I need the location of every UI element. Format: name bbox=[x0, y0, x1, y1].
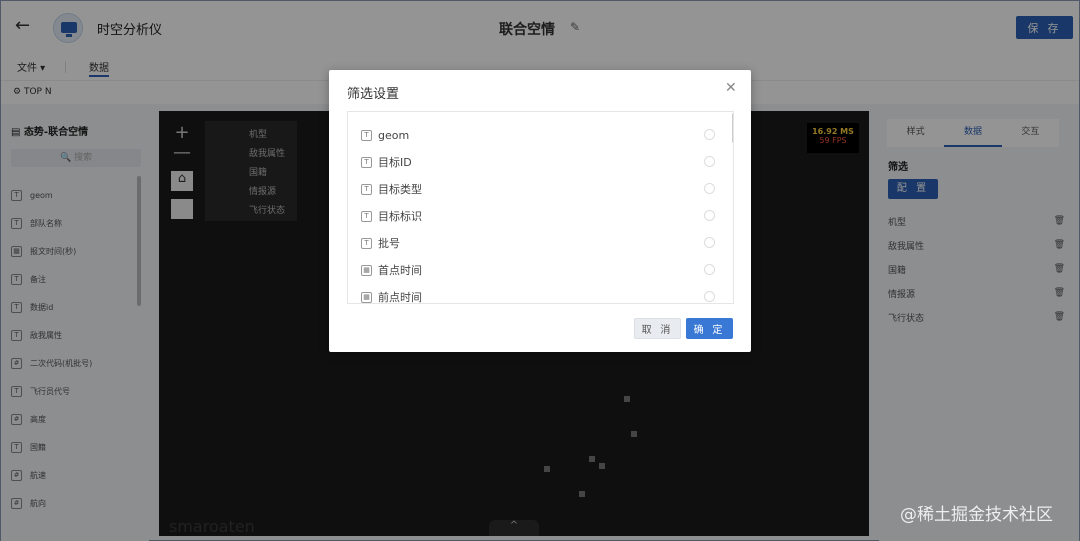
text-field-icon: T bbox=[361, 183, 372, 195]
text-field-icon: T bbox=[361, 210, 372, 222]
dialog-field-row[interactable]: T 目标标识 bbox=[361, 207, 721, 225]
date-field-icon: ▦ bbox=[361, 291, 372, 303]
dialog-field-row[interactable]: ▦ 首点时间 bbox=[361, 261, 721, 279]
dialog-field-row[interactable]: Tgeom bbox=[361, 126, 721, 144]
dialog-field-row[interactable]: ▦ 前点时间 bbox=[361, 288, 721, 303]
checkbox[interactable] bbox=[704, 237, 715, 248]
dialog-field-row[interactable]: T 目标ID bbox=[361, 153, 721, 171]
checkbox[interactable] bbox=[704, 156, 715, 167]
checkbox[interactable] bbox=[704, 264, 715, 275]
site-watermark: @稀土掘金技术社区 bbox=[900, 505, 1053, 525]
date-field-icon: ▦ bbox=[361, 264, 372, 276]
filter-settings-dialog: 筛选设置 ✕ Tgeom T 目标ID T 目标类型 T 目标标识 T 批号 ▦ 首点时间… bbox=[329, 70, 751, 352]
text-field-icon: T bbox=[361, 129, 372, 141]
checkbox[interactable] bbox=[704, 291, 715, 302]
cancel-button[interactable]: 取 消 bbox=[634, 318, 681, 339]
dialog-field-list: Tgeom T 目标ID T 目标类型 T 目标标识 T 批号 ▦ 首点时间 ▦ 前点时间 bbox=[347, 111, 734, 304]
dialog-field-row[interactable]: T 目标类型 bbox=[361, 180, 721, 198]
text-field-icon: T bbox=[361, 156, 372, 168]
dialog-title: 筛选设置 bbox=[347, 87, 400, 102]
scrollbar[interactable] bbox=[732, 113, 733, 143]
close-icon[interactable]: ✕ bbox=[725, 80, 737, 96]
confirm-button[interactable]: 确 定 bbox=[686, 318, 733, 339]
checkbox[interactable] bbox=[704, 129, 715, 140]
checkbox[interactable] bbox=[704, 183, 715, 194]
dialog-field-row[interactable]: T 批号 bbox=[361, 234, 721, 252]
text-field-icon: T bbox=[361, 237, 372, 249]
checkbox[interactable] bbox=[704, 210, 715, 221]
